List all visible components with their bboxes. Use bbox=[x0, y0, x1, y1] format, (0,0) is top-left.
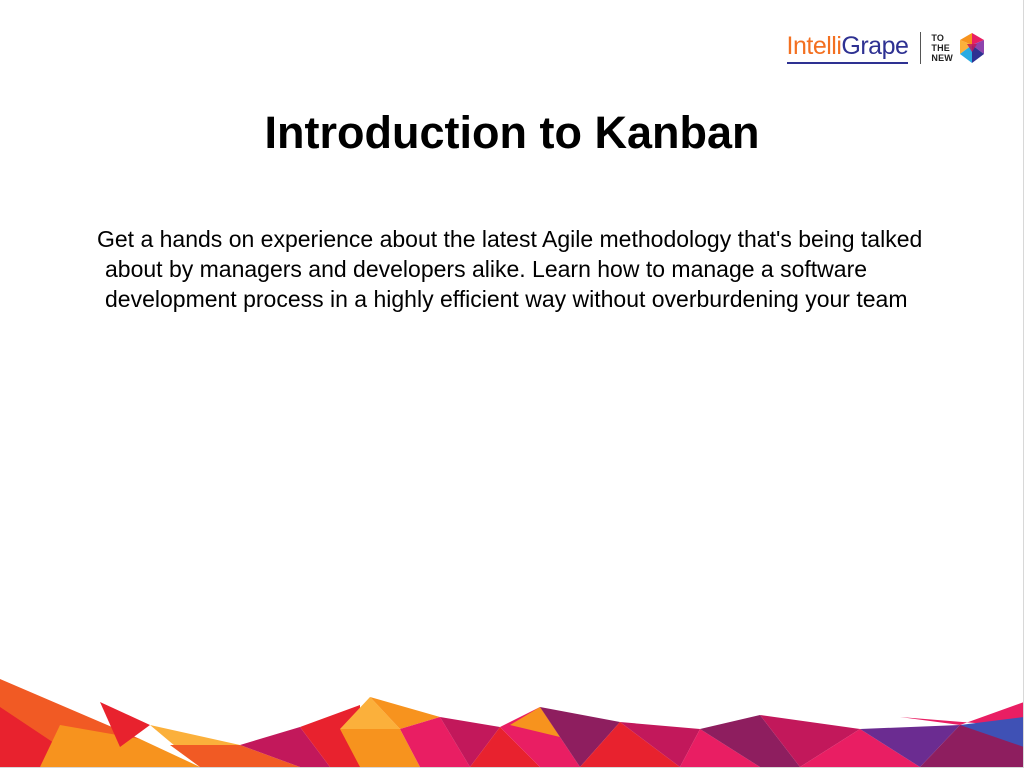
logo-text-grape: Grape bbox=[841, 32, 909, 60]
gem-icon bbox=[960, 33, 984, 63]
logo-area: IntelliGrape TO THE NEW bbox=[786, 28, 987, 68]
slide: IntelliGrape TO THE NEW Introduction to … bbox=[0, 0, 1024, 768]
logo-underline bbox=[786, 62, 909, 64]
to-the-new-logo: TO THE NEW bbox=[931, 33, 953, 63]
slide-title: Introduction to Kanban bbox=[264, 107, 760, 158]
to-the-new-line-3: NEW bbox=[931, 53, 953, 63]
logo-divider bbox=[920, 32, 922, 64]
to-the-new-line-1: TO bbox=[931, 33, 945, 43]
slide-body-text: Get a hands on experience about the late… bbox=[97, 226, 923, 312]
decorative-polygon-band bbox=[0, 679, 1023, 767]
logo-text-intelli: Intelli bbox=[786, 32, 842, 60]
intelligrape-logo: IntelliGrape bbox=[786, 32, 909, 64]
to-the-new-line-2: THE bbox=[931, 43, 950, 53]
